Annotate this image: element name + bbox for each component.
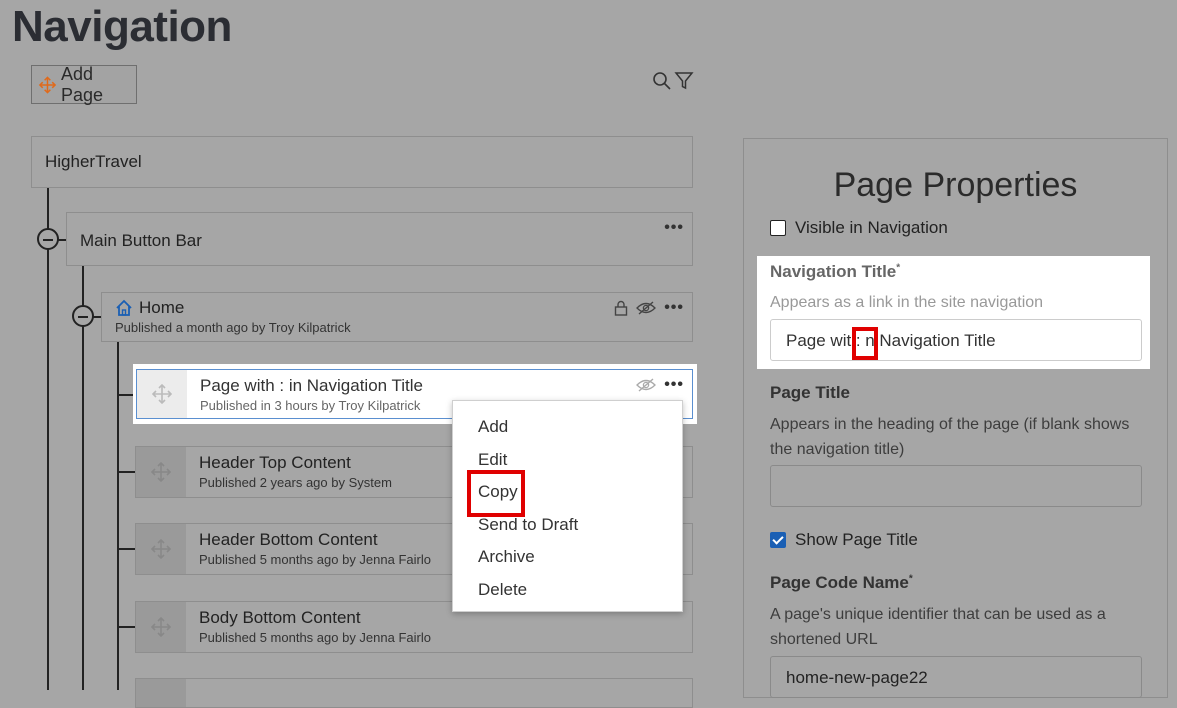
nav-title-input[interactable]: Page wit: n Navigation Title — [770, 319, 1142, 361]
tree-line — [82, 266, 84, 690]
colon-highlight-box — [852, 327, 878, 360]
menu-item-delete[interactable]: Delete — [453, 577, 682, 610]
code-name-label: Page Code Name* — [770, 573, 913, 592]
show-page-title-checkbox[interactable] — [770, 532, 786, 548]
search-icon[interactable] — [652, 71, 672, 91]
node-meta: Published 5 months ago by Jenna Fairlo — [199, 630, 431, 645]
copy-highlight-box — [467, 470, 525, 517]
node-label: Header Bottom Content — [199, 530, 378, 549]
hidden-eye-icon — [636, 378, 657, 392]
drag-arrows-icon — [151, 383, 173, 405]
add-page-label: Add Page — [60, 63, 104, 105]
tree-node-partial[interactable] — [135, 678, 693, 708]
node-meta: Published in 3 hours by Troy Kilpatrick — [200, 398, 421, 413]
lock-icon — [614, 300, 628, 316]
node-label: Page with : in Navigation Title — [200, 376, 424, 395]
more-options-icon[interactable]: ••• — [664, 376, 684, 394]
nav-title-label: Navigation Title* — [770, 262, 901, 281]
tree-line — [117, 548, 135, 550]
nav-title-help: Appears as a link in the site navigation — [770, 294, 1044, 311]
tree-line — [117, 471, 135, 473]
filter-icon[interactable] — [674, 71, 694, 91]
drag-handle[interactable] — [136, 602, 186, 652]
more-options-icon[interactable]: ••• — [664, 299, 684, 317]
tree-node-home[interactable]: Home Published a month ago by Troy Kilpa… — [101, 292, 693, 342]
drag-arrows-icon — [150, 538, 172, 560]
node-label: Home — [139, 298, 185, 317]
node-meta: Published a month ago by Troy Kilpatrick — [115, 320, 351, 335]
code-name-input[interactable]: home-new-page22 — [770, 656, 1142, 698]
page-title: Navigation — [12, 2, 232, 51]
more-options-icon[interactable]: ••• — [664, 219, 684, 237]
node-label: Main Button Bar — [80, 231, 202, 250]
visible-in-nav-checkbox[interactable] — [770, 220, 786, 236]
add-page-button[interactable]: Add Page — [31, 63, 137, 105]
node-meta: Published 2 years ago by System — [199, 475, 392, 490]
tree-line — [117, 626, 135, 628]
tree-root-label: HigherTravel — [45, 152, 142, 171]
drag-handle[interactable] — [136, 524, 186, 574]
menu-item-add[interactable]: Add — [453, 414, 682, 447]
page-title-input[interactable] — [770, 465, 1142, 507]
show-page-title-label: Show Page Title — [795, 530, 918, 549]
hidden-eye-icon — [636, 301, 657, 315]
tree-node-main-button-bar[interactable]: Main Button Bar ••• — [66, 212, 693, 266]
page-title-label: Page Title — [770, 383, 850, 402]
drag-handle[interactable] — [136, 447, 186, 497]
menu-item-archive[interactable]: Archive — [453, 544, 682, 577]
drag-handle[interactable] — [137, 370, 187, 418]
drag-arrows-icon — [150, 461, 172, 483]
home-icon — [116, 299, 132, 316]
collapse-toggle-icon[interactable] — [37, 228, 59, 250]
page-title-help: Appears in the heading of the page (if b… — [770, 416, 1130, 458]
node-meta: Published 5 months ago by Jenna Fairlo — [199, 552, 431, 567]
node-label: Body Bottom Content — [199, 608, 361, 627]
drag-handle[interactable] — [136, 679, 186, 707]
tree-line — [47, 188, 49, 690]
tree-root[interactable]: HigherTravel — [31, 136, 693, 188]
drag-arrows-icon — [150, 616, 172, 638]
visible-in-nav-row[interactable]: Visible in Navigation — [770, 218, 948, 238]
collapse-toggle-icon[interactable] — [72, 305, 94, 327]
show-page-title-row[interactable]: Show Page Title — [770, 530, 918, 550]
visible-in-nav-label: Visible in Navigation — [795, 218, 948, 237]
code-name-help: A page's unique identifier that can be u… — [770, 606, 1106, 648]
move-arrows-icon — [38, 75, 57, 94]
panel-title: Page Properties — [833, 166, 1078, 204]
node-label: Header Top Content — [199, 453, 351, 472]
